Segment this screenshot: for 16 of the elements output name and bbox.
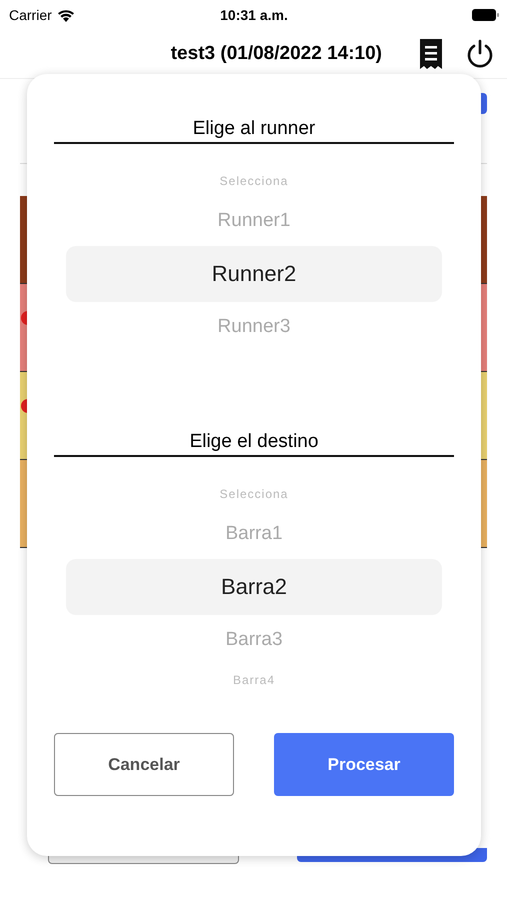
nav-title: test3 (01/08/2022 14:10) bbox=[170, 43, 382, 65]
picker-option[interactable]: Runner1 bbox=[66, 196, 442, 246]
picker-label: Elige el destino bbox=[54, 431, 454, 457]
process-button[interactable]: Procesar bbox=[274, 733, 454, 796]
picker-option[interactable]: Barra2 bbox=[66, 559, 442, 615]
picker-option[interactable]: Barra1 bbox=[66, 509, 442, 559]
picker-option[interactable]: Runner3 bbox=[66, 302, 442, 352]
picker-option[interactable]: Selecciona bbox=[66, 479, 442, 509]
status-time: 10:31 a.m. bbox=[220, 7, 288, 23]
picker-label: Elige al runner bbox=[54, 118, 454, 144]
carrier-label: Carrier bbox=[9, 7, 52, 23]
picker-option[interactable]: Selecciona bbox=[66, 166, 442, 196]
picker-option[interactable]: Barra4 bbox=[66, 665, 442, 695]
picker-option[interactable]: Barra3 bbox=[66, 615, 442, 665]
picker-option[interactable]: Runner2 bbox=[66, 246, 442, 302]
cancel-button[interactable]: Cancelar bbox=[54, 733, 234, 796]
